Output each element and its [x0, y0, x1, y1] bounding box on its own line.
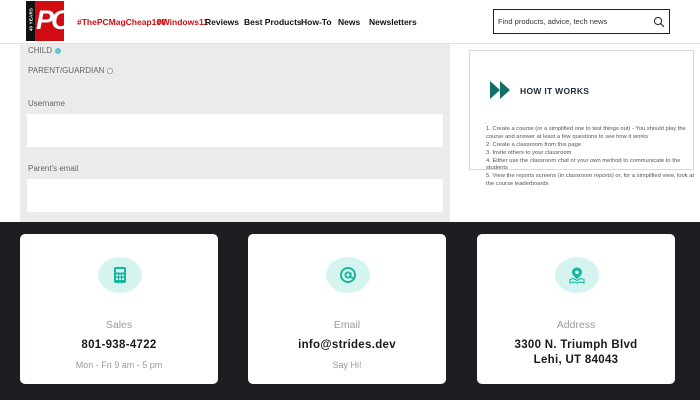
radio-parent-label: PARENT/GUARDIAN — [28, 66, 105, 75]
map-pin-icon — [569, 267, 585, 284]
at-sign-icon — [340, 267, 356, 283]
email-greeting: Say Hi! — [332, 360, 362, 370]
search-icon[interactable] — [653, 16, 665, 28]
logo-text: PC — [36, 5, 64, 35]
radio-selected-icon[interactable] — [55, 47, 62, 54]
parent-email-input[interactable] — [27, 179, 443, 212]
sales-phone[interactable]: 801-938-4722 — [20, 338, 218, 353]
contact-section: Sales 801-938-4722 Mon - Fri 9 am - 5 pm… — [0, 222, 700, 400]
icon-circle — [555, 257, 599, 293]
contact-card-address: Address 3300 N. Triumph Blvd Lehi, UT 84… — [477, 234, 675, 384]
step-item: 1. Create a course (or a simplified one … — [486, 126, 686, 140]
contact-card-sales: Sales 801-938-4722 Mon - Fri 9 am - 5 pm — [20, 234, 218, 384]
nav-link-how-to[interactable]: How-To — [301, 17, 332, 27]
radio-unselected-icon[interactable] — [107, 67, 114, 74]
radio-child[interactable]: CHILD — [28, 46, 62, 55]
address-line-2: Lehi, UT 84043 — [533, 354, 619, 366]
contact-card-email: Email info@strides.dev Say Hi! — [248, 234, 446, 384]
search-box — [493, 9, 670, 34]
step-item: 3. Invite others to your classroom — [486, 149, 572, 156]
how-it-works-steps: 1. Create a course (or a simplified one … — [486, 126, 696, 189]
address-line-1: 3300 N. Triumph Blvd — [514, 339, 638, 351]
nav-link-cheap100[interactable]: #ThePCMagCheap100 — [77, 17, 166, 27]
how-it-works-title: HOW IT WORKS — [520, 86, 590, 96]
page-root: 40 YEARS PC #ThePCMagCheap100 #Windows11… — [0, 0, 700, 400]
email-address[interactable]: info@strides.dev — [248, 338, 446, 353]
logo-anniversary-strip: 40 YEARS — [26, 1, 35, 41]
address-label: Address — [556, 319, 596, 331]
registration-form: CHILD PARENT/GUARDIAN Username Parent's … — [20, 44, 450, 222]
radio-child-label: CHILD — [28, 46, 53, 55]
nav-link-newsletters[interactable]: Newsletters — [369, 17, 417, 27]
nav-link-reviews[interactable]: Reviews — [205, 17, 239, 27]
email-label: Email — [333, 319, 361, 331]
icon-circle — [98, 257, 142, 293]
nav-link-news[interactable]: News — [338, 17, 360, 27]
double-chevron-right-icon — [490, 81, 510, 99]
logo-badge: 40 YEARS — [28, 7, 34, 32]
pcmag-logo[interactable]: 40 YEARS PC — [26, 1, 64, 41]
nav-link-best-products[interactable]: Best Products — [244, 17, 302, 27]
username-input[interactable] — [27, 114, 443, 147]
nav-link-windows11[interactable]: #Windows11 — [157, 17, 208, 27]
address-value: 3300 N. Triumph Blvd Lehi, UT 84043 — [477, 338, 675, 368]
step-item: 2. Create a classroom from this page — [486, 141, 582, 148]
radio-parent[interactable]: PARENT/GUARDIAN — [28, 66, 114, 75]
sales-hours: Mon - Fri 9 am - 5 pm — [75, 360, 163, 370]
search-input[interactable] — [498, 14, 648, 29]
sales-label: Sales — [105, 319, 133, 331]
top-navbar: 40 YEARS PC #ThePCMagCheap100 #Windows11… — [0, 0, 700, 44]
username-label: Username — [28, 99, 65, 108]
step-item: 5. View the reports screens (in classroo… — [486, 173, 695, 187]
calculator-icon — [114, 267, 126, 283]
icon-circle — [326, 257, 370, 293]
step-item: 4. Either use the classroom chat or your… — [486, 157, 681, 172]
parent-email-label: Parent's email — [28, 164, 79, 173]
